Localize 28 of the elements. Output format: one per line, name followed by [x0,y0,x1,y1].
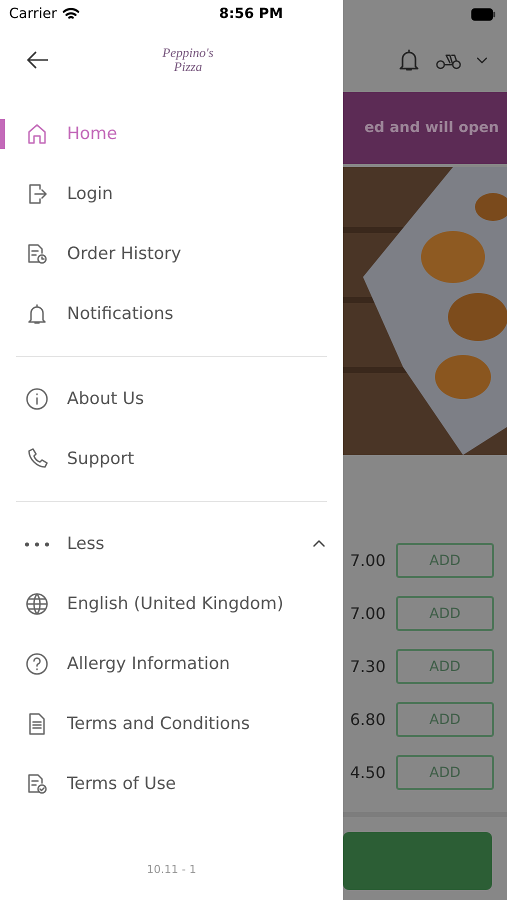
banner-text: ed and will open [364,120,499,136]
status-time: 8:56 PM [219,6,283,22]
more-icon [24,542,50,546]
selection-bar [0,119,5,149]
info-icon [24,386,50,412]
price: 6.80 [350,710,384,729]
version-text: 10.11 - 1 [146,863,198,878]
battery-icon [471,8,497,20]
price: 7.00 [350,604,384,623]
menu-item[interactable]: English (United Kingdom) [0,574,343,634]
menu-toggle[interactable]: Less [0,514,343,574]
carrier-name: Carrier [9,6,57,22]
menu-item[interactable]: Terms and Conditions [0,694,343,754]
checkout-button[interactable] [343,832,492,890]
globe-icon [24,591,50,617]
menu-item[interactable]: Terms of Use [0,754,343,814]
wifi-icon [62,7,80,21]
menu-item[interactable]: Notifications [0,284,343,344]
price: 4.50 [350,763,384,782]
price: 7.30 [350,657,384,676]
menu-item[interactable]: Allergy Information [0,634,343,694]
logo: Peppino's Pizza [161,46,215,74]
menu-item[interactable]: About Us [0,369,343,429]
menu-item[interactable]: Order History [0,224,343,284]
question-icon [24,651,50,677]
price: 7.00 [350,551,384,570]
menu-item[interactable]: Support [0,429,343,489]
menu-item[interactable]: Login [0,164,343,224]
